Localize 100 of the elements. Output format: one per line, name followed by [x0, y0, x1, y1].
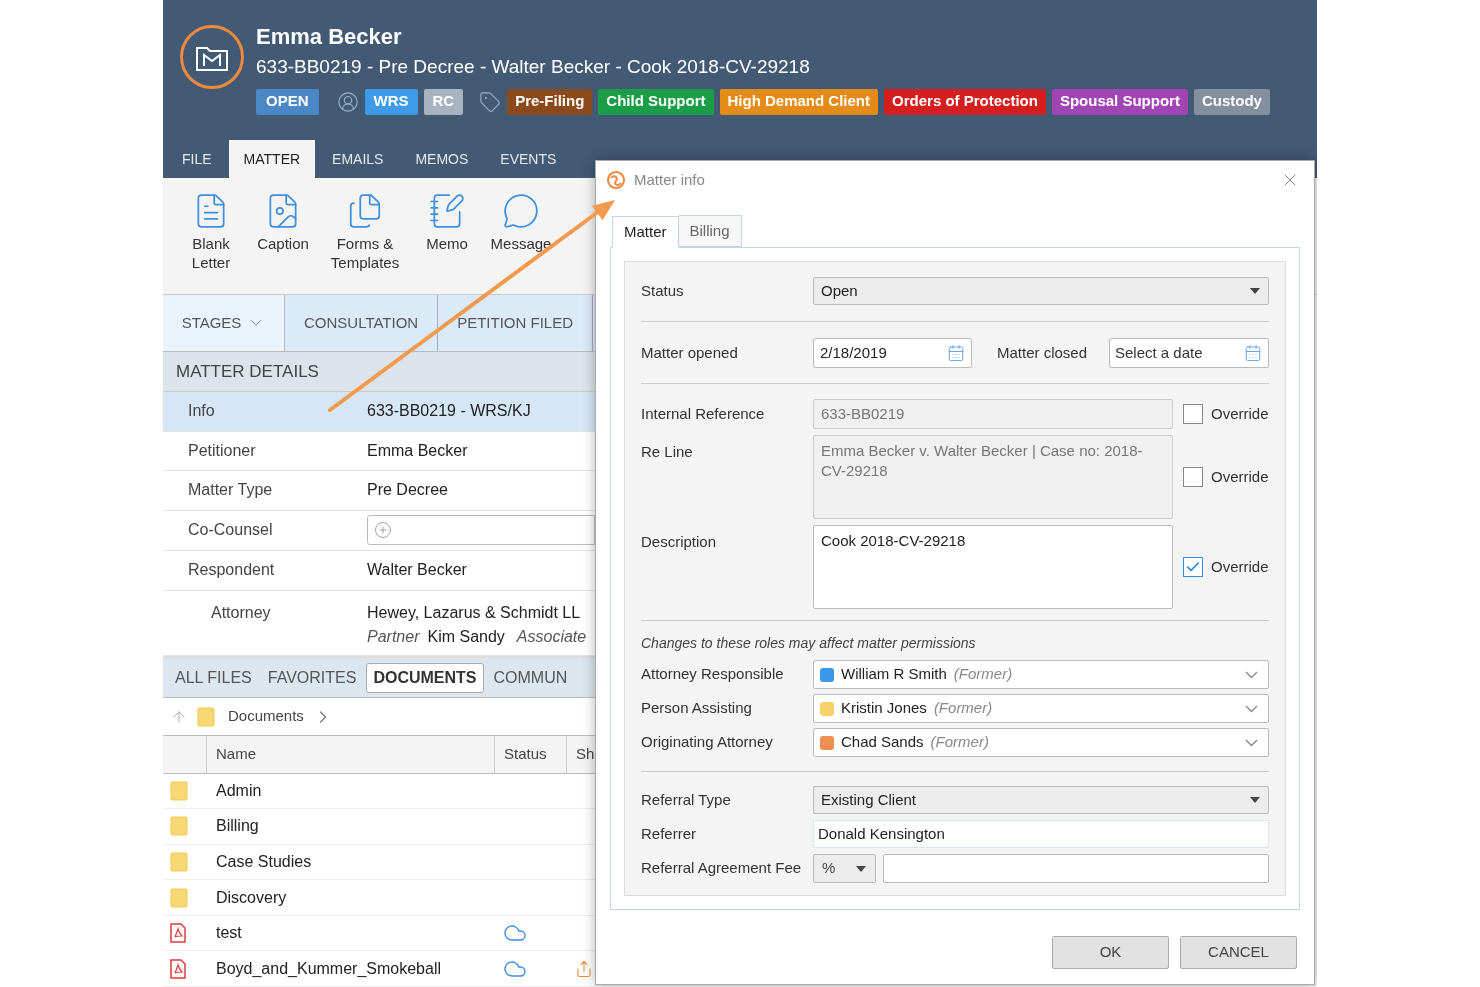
person-select[interactable]: William R Smith (Former) — [813, 660, 1269, 689]
detail-row[interactable]: Co-Counsel — [163, 510, 595, 552]
ribbon-button[interactable]: Memo — [414, 192, 480, 294]
matter-logo-icon — [180, 25, 244, 89]
chevron-down-icon — [1245, 738, 1258, 747]
date-field[interactable]: 2/18/2019 — [813, 338, 972, 368]
file-name: Boyd_and_Kummer_Smokeball — [215, 958, 442, 979]
breadcrumb-link[interactable]: Documents — [228, 705, 304, 728]
person-select[interactable]: Kristin Jones (Former) — [813, 694, 1269, 723]
ribbon-tab[interactable]: MEMOS — [400, 140, 484, 178]
stages-dropdown[interactable]: STAGES — [163, 295, 285, 351]
referral-type-select[interactable]: Existing Client — [813, 786, 1269, 814]
row-label: Matter Type — [187, 480, 274, 501]
ribbon-tab[interactable]: MATTER — [228, 140, 316, 178]
ribbon-tab[interactable]: EVENTS — [485, 140, 572, 178]
checkbox[interactable] — [1183, 467, 1203, 487]
chevron-down-icon — [1245, 704, 1258, 713]
files-tab[interactable]: COMMUN — [487, 662, 574, 693]
add-field[interactable] — [367, 515, 595, 546]
calendar-icon[interactable] — [947, 344, 965, 362]
row-label: Respondent — [187, 560, 276, 581]
field-label: Matter opened — [641, 342, 739, 363]
reference-field[interactable]: 633-BB0219 — [813, 399, 1173, 429]
file-name: Case Studies — [215, 852, 313, 872]
status-select[interactable]: Open — [813, 277, 1269, 305]
dialog-title: Matter info — [634, 169, 705, 190]
files-tab[interactable]: ALL FILES — [169, 662, 258, 693]
add-icon — [374, 521, 392, 540]
row-value: 633-BB0219 - WRS/KJ — [367, 401, 531, 422]
chevron-down-icon — [1245, 670, 1258, 679]
unit-select[interactable]: % — [813, 854, 876, 883]
detail-row[interactable]: Info 633-BB0219 - WRS/KJ — [163, 392, 595, 432]
matter-tag[interactable]: Child Support — [598, 88, 714, 115]
dropdown-arrow-icon — [1250, 288, 1260, 294]
stage-step[interactable]: PETITION FILED — [438, 295, 594, 351]
dialog-tab[interactable]: Matter — [612, 216, 679, 248]
row-value: Walter Becker — [367, 560, 467, 581]
column-header[interactable]: Sh — [567, 736, 595, 773]
files-tab[interactable]: DOCUMENTS — [366, 662, 484, 693]
app-logo-icon — [606, 170, 626, 190]
referrer-field[interactable]: Donald Kensington — [813, 820, 1269, 848]
checkbox-label: Override — [1211, 466, 1269, 487]
dialog-button[interactable]: CANCEL — [1180, 936, 1297, 969]
folder-icon — [197, 706, 215, 727]
calendar-icon[interactable] — [1244, 344, 1262, 362]
description-field[interactable]: Cook 2018-CV-29218 — [813, 525, 1173, 609]
detail-row[interactable]: Attorney Hewey, Lazarus & Schmidt LL Partner Kim Sandy Associate — [163, 590, 595, 656]
ribbon-button[interactable]: Blank Letter — [180, 192, 242, 294]
pdf-icon — [170, 923, 186, 944]
folder-icon — [170, 780, 188, 801]
row-label: Attorney — [210, 602, 272, 623]
detail-row[interactable]: Respondent Walter Becker — [163, 551, 595, 591]
person-select[interactable]: Chad Sands (Former) — [813, 728, 1269, 757]
notebook-icon — [428, 192, 466, 230]
field-label: Description — [641, 532, 718, 552]
client-name: Emma Becker — [256, 25, 403, 49]
dialog-button[interactable]: OK — [1052, 936, 1169, 969]
ribbon-button[interactable]: Forms & Templates — [324, 192, 406, 294]
ribbon-tab[interactable]: EMAILS — [317, 140, 399, 178]
column-header[interactable]: Status — [495, 736, 567, 773]
row-label: Petitioner — [187, 440, 257, 461]
detail-row[interactable]: Petitioner Emma Becker — [163, 431, 595, 472]
detail-row[interactable]: Matter Type Pre Decree — [163, 471, 595, 511]
field-label: Attorney Responsible — [641, 664, 785, 685]
column-header[interactable]: Name — [207, 736, 495, 773]
dropdown-arrow-icon — [1250, 797, 1260, 803]
matter-tag[interactable]: Pre-Filing — [507, 88, 593, 115]
ribbon-tab[interactable]: FILE — [167, 140, 227, 178]
re-line-field[interactable]: Emma Becker v. Walter Becker | Case no: 2018-CV-29218 — [813, 435, 1173, 519]
pdf-icon — [170, 958, 186, 979]
file-row[interactable]: Billing — [163, 809, 595, 845]
ribbon-button[interactable]: Message — [488, 192, 554, 294]
field-label: Status — [641, 280, 685, 301]
role-name: Kim Sandy — [427, 626, 505, 647]
file-name: Discovery — [215, 887, 288, 908]
row-value: Emma Becker — [367, 440, 468, 461]
file-row[interactable]: Admin — [163, 773, 595, 810]
role-label: Partner — [367, 626, 420, 647]
checkbox[interactable] — [1183, 404, 1203, 424]
matter-tag[interactable]: Orders of Protection — [884, 88, 1046, 115]
file-row[interactable]: Boyd_and_Kummer_Smokeball — [163, 951, 595, 987]
matter-tag[interactable]: Spousal Support — [1051, 88, 1188, 115]
date-field[interactable]: Select a date — [1109, 338, 1269, 368]
tag-icon — [479, 90, 502, 113]
file-row[interactable]: Case Studies — [163, 844, 595, 881]
field-label: Referral Agreement Fee — [641, 858, 803, 879]
files-tab[interactable]: FAVORITES — [261, 662, 363, 693]
checkbox[interactable] — [1183, 557, 1203, 577]
file-row[interactable]: test — [163, 915, 595, 952]
stage-step[interactable]: CONSULTATION — [285, 295, 439, 351]
field-label: Referrer — [641, 823, 697, 844]
dialog-tab[interactable]: Billing — [678, 215, 742, 247]
fee-field[interactable] — [883, 854, 1269, 883]
matter-subtitle: 633-BB0219 - Pre Decree - Walter Becker - Cook 2018-CV-29218 — [256, 55, 811, 79]
ribbon-button[interactable]: Caption — [250, 192, 316, 294]
section-header: MATTER DETAILS — [163, 352, 595, 392]
field-label: Person Assisting — [641, 698, 753, 719]
role-label: Associate — [516, 626, 587, 647]
speech-bubble-icon — [502, 192, 540, 230]
file-row[interactable]: Discovery — [163, 880, 595, 916]
